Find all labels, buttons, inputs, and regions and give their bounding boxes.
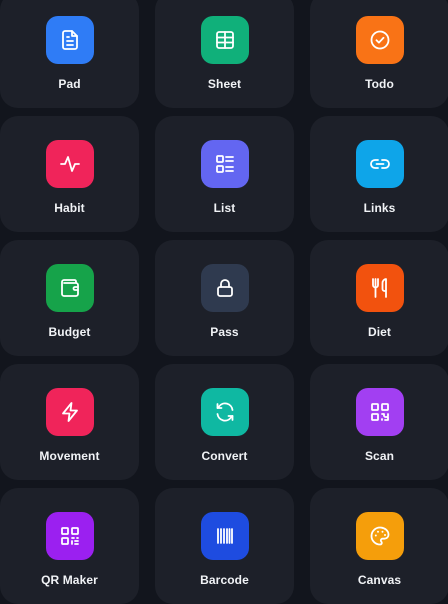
qr-maker-icon-badge [45, 512, 94, 560]
check-circle-icon [370, 30, 389, 50]
app-tile-label: Links [363, 201, 396, 215]
lightning-icon [61, 402, 78, 422]
app-tile-barcode[interactable]: Barcode [155, 488, 294, 604]
app-tile-sheet[interactable]: Sheet [155, 0, 294, 108]
app-tile-label: Movement [39, 449, 100, 463]
utensils-icon [371, 278, 387, 298]
app-tile-label: Convert [201, 449, 248, 463]
app-tile-label: Habit [54, 201, 85, 215]
app-tile-scan[interactable]: Scan [310, 364, 448, 480]
app-tile-qr-maker[interactable]: QR Maker [0, 488, 139, 604]
diet-icon-badge [355, 264, 404, 312]
barcode-icon [216, 528, 233, 544]
budget-icon-badge [45, 264, 94, 312]
app-tile-list[interactable]: List [155, 116, 294, 232]
link-icon [369, 159, 390, 169]
app-tile-canvas[interactable]: Canvas [310, 488, 448, 604]
activity-icon [59, 156, 80, 172]
canvas-icon-badge [355, 512, 404, 560]
app-tile-pad[interactable]: Pad [0, 0, 139, 108]
pad-icon-badge [45, 16, 94, 64]
app-tile-todo[interactable]: Todo [310, 0, 448, 108]
app-tile-label: Canvas [357, 573, 402, 587]
qr-scan-icon [370, 403, 389, 421]
refresh-icon [216, 402, 233, 422]
convert-icon-badge [200, 388, 249, 436]
app-grid: Pad Sheet Todo Habit List Links Budget P… [0, 0, 448, 604]
app-tile-label: QR Maker [41, 573, 98, 587]
app-tile-label: Budget [48, 325, 91, 339]
links-icon-badge [355, 140, 404, 188]
app-tile-budget[interactable]: Budget [0, 240, 139, 356]
movement-icon-badge [45, 388, 94, 436]
lock-icon [216, 279, 233, 297]
app-tile-label: Pad [58, 77, 81, 91]
palette-icon [370, 526, 389, 546]
todo-icon-badge [355, 16, 404, 64]
sheet-icon-badge [200, 16, 249, 64]
barcode-icon-badge [200, 512, 249, 560]
pass-icon-badge [200, 264, 249, 312]
app-tile-pass[interactable]: Pass [155, 240, 294, 356]
qr-code-icon [60, 527, 79, 545]
app-tile-label: Diet [367, 325, 392, 339]
habit-icon-badge [45, 140, 94, 188]
scan-icon-badge [355, 388, 404, 436]
document-icon [61, 30, 78, 50]
app-tile-convert[interactable]: Convert [155, 364, 294, 480]
list-icon-badge [200, 140, 249, 188]
app-tile-movement[interactable]: Movement [0, 364, 139, 480]
app-tile-label: List [213, 201, 236, 215]
app-tile-label: Barcode [200, 573, 249, 587]
app-tile-label: Todo [365, 77, 394, 91]
app-tile-label: Scan [364, 449, 395, 463]
table-icon [215, 31, 234, 49]
app-tile-label: Sheet [207, 77, 242, 91]
app-tile-links[interactable]: Links [310, 116, 448, 232]
app-tile-habit[interactable]: Habit [0, 116, 139, 232]
list-icon [215, 155, 234, 173]
wallet-icon [60, 279, 79, 297]
app-tile-label: Pass [210, 325, 239, 339]
app-tile-diet[interactable]: Diet [310, 240, 448, 356]
